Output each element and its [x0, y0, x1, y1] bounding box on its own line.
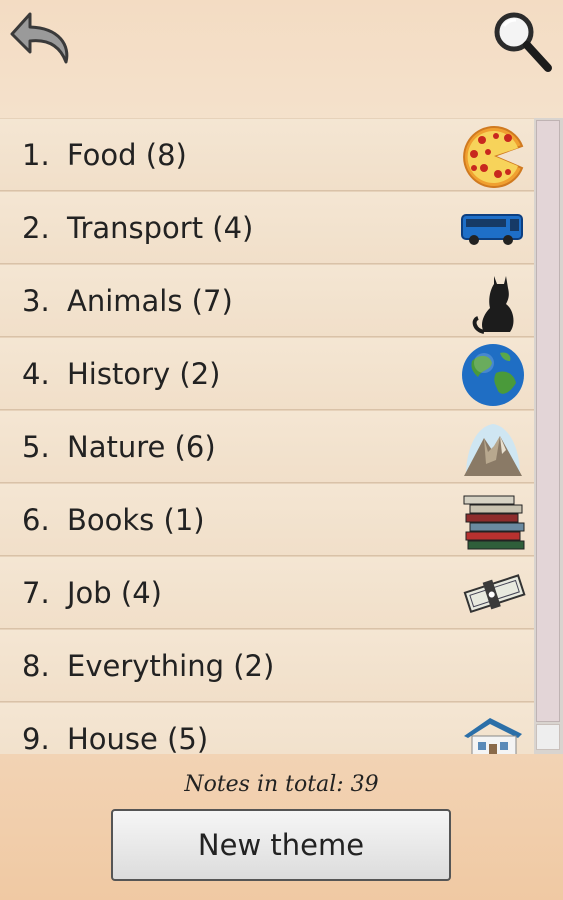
list-item-label: 7. Job (4) — [22, 576, 163, 610]
scrollbar-end — [536, 724, 560, 750]
list-item[interactable]: 1. Food (8) — [0, 118, 534, 191]
list-item-label: 3. Animals (7) — [22, 284, 233, 318]
new-theme-button[interactable]: New theme — [111, 809, 451, 881]
bus-icon — [460, 197, 526, 261]
globe-icon — [460, 343, 526, 407]
house-icon — [460, 708, 526, 754]
pizza-icon — [460, 124, 526, 188]
list-item-label: 8. Everything (2) — [22, 649, 275, 683]
search-icon — [494, 12, 552, 72]
list-item-label: 1. Food (8) — [22, 138, 187, 172]
list-item-label: 4. History (2) — [22, 357, 221, 391]
list-item[interactable]: 8. Everything (2) — [0, 629, 534, 702]
list-scrollbar[interactable] — [534, 118, 563, 754]
list-item[interactable]: 2. Transport (4) — [0, 191, 534, 264]
scrollbar-thumb[interactable] — [536, 120, 560, 722]
top-bar — [0, 0, 563, 118]
back-button[interactable] — [8, 8, 74, 70]
list-item-label: 5. Nature (6) — [22, 430, 216, 464]
list-item[interactable]: 4. History (2) — [0, 337, 534, 410]
list-item[interactable]: 3. Animals (7) — [0, 264, 534, 337]
list-item-label: 6. Books (1) — [22, 503, 205, 537]
books-icon — [460, 489, 526, 553]
list-item[interactable]: 6. Books (1) — [0, 483, 534, 556]
list-item[interactable]: 9. House (5) — [0, 702, 534, 754]
theme-list[interactable]: 1. Food (8) 2. Transport (4) 3. Animals … — [0, 118, 534, 754]
list-item[interactable]: 7. Job (4) — [0, 556, 534, 629]
notes-total: Notes in total: 39 — [184, 772, 379, 797]
money-icon — [460, 562, 526, 626]
search-button[interactable] — [490, 8, 554, 74]
list-item-label: 9. House (5) — [22, 722, 209, 754]
mountain-icon — [460, 416, 526, 480]
list-item[interactable]: 5. Nature (6) — [0, 410, 534, 483]
list-item-label: 2. Transport (4) — [22, 211, 254, 245]
cat-icon — [460, 270, 526, 334]
back-arrow-icon — [10, 12, 69, 64]
